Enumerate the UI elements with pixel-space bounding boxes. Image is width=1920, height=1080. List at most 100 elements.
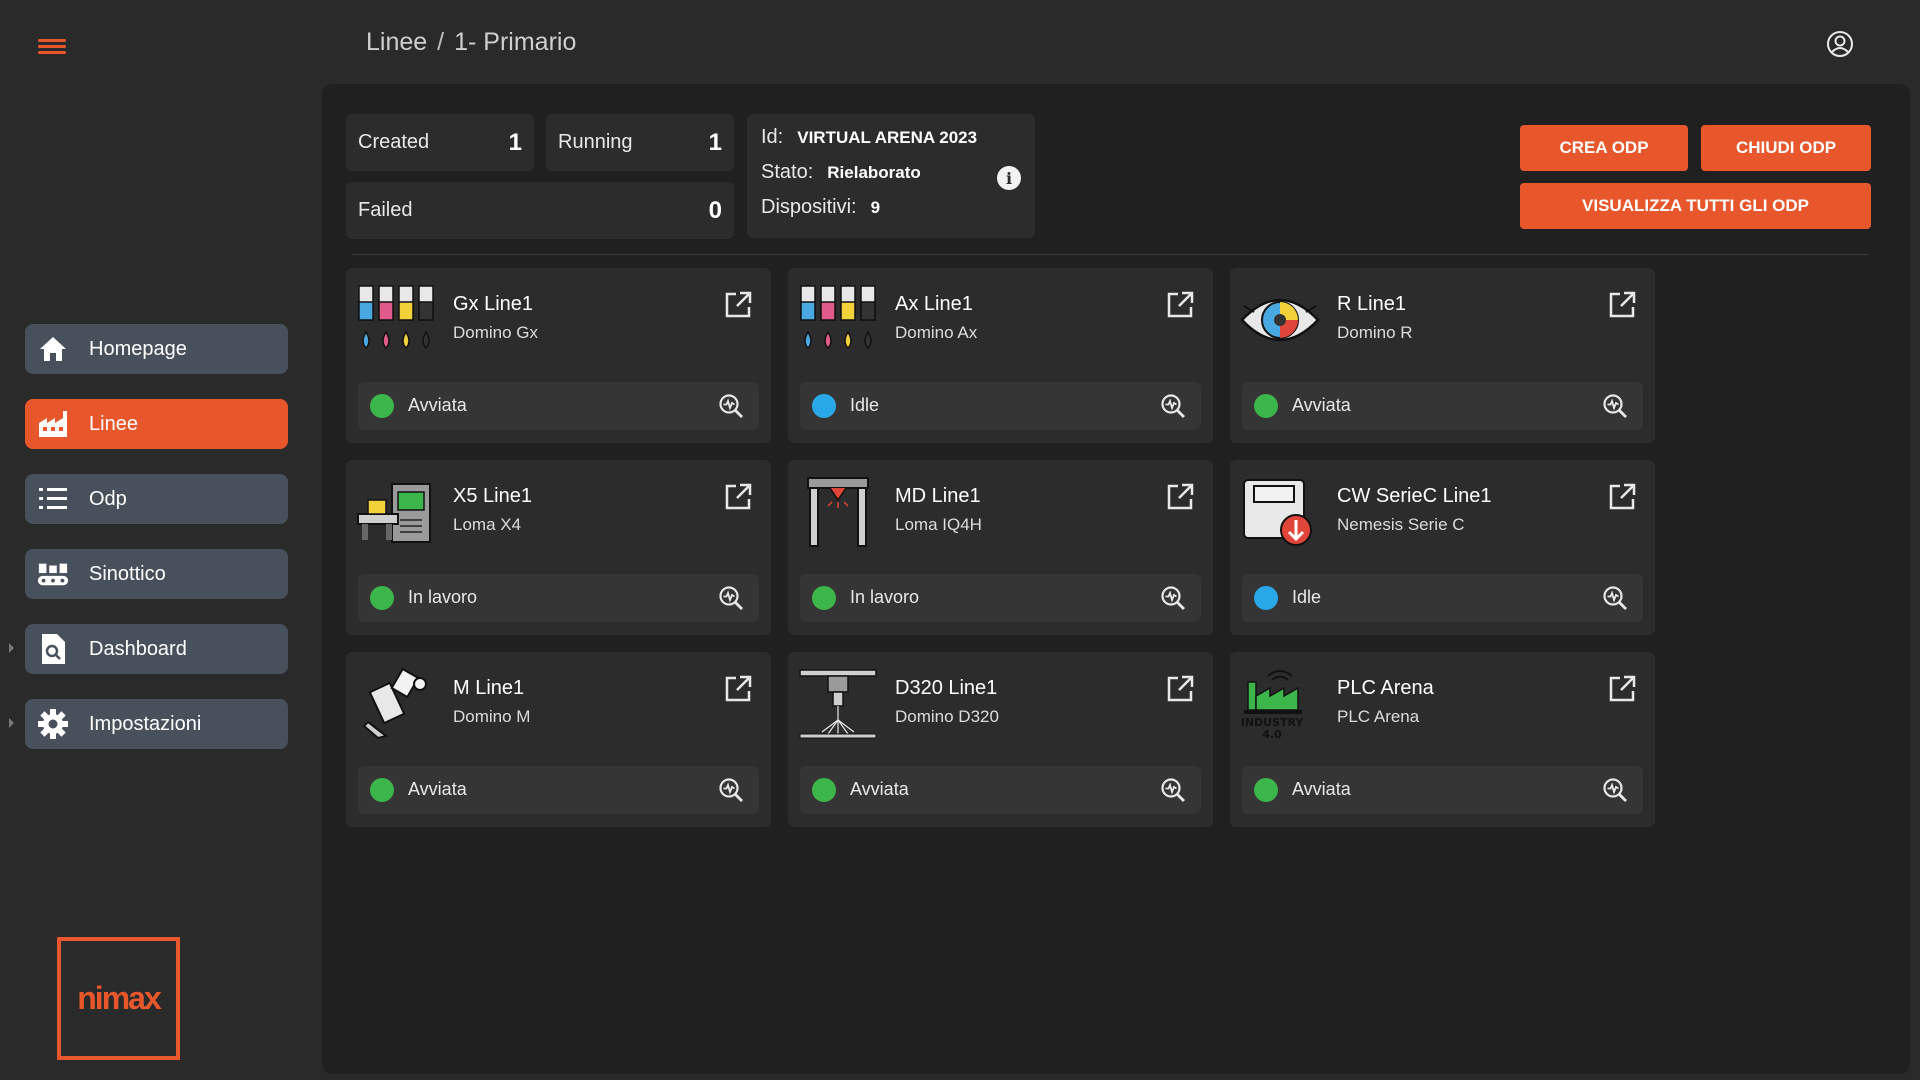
status-text: In lavoro — [408, 587, 478, 607]
user-account-icon[interactable] — [1826, 30, 1854, 58]
status-indicator — [812, 586, 836, 610]
breadcrumb-item-linee[interactable]: Linee — [366, 28, 427, 57]
stat-value: 1 — [508, 128, 522, 156]
sidebar-item-impostazioni[interactable]: Impostazioni — [9, 699, 288, 749]
open-external-icon[interactable] — [1607, 290, 1637, 320]
zoom-analytics-icon[interactable] — [1159, 392, 1187, 420]
ink-bottles-icon — [358, 285, 434, 350]
info-icon[interactable]: i — [997, 166, 1021, 190]
home-icon — [37, 333, 69, 365]
zoom-analytics-icon[interactable] — [1601, 392, 1629, 420]
device-name: CW SerieC Line1 — [1337, 485, 1492, 507]
status-indicator — [370, 778, 394, 802]
sidebar-item-dashboard[interactable]: Dashboard — [9, 624, 288, 674]
open-external-icon[interactable] — [1165, 290, 1195, 320]
sidebar-item-odp[interactable]: Odp — [25, 474, 288, 524]
status-text: Avviata — [850, 779, 909, 799]
open-external-icon[interactable] — [1607, 482, 1637, 512]
list-icon — [37, 483, 69, 515]
open-external-icon[interactable] — [723, 482, 753, 512]
gear-icon — [37, 708, 69, 740]
device-card: D320 Line1 Domino D320 Avviata — [788, 652, 1213, 827]
zoom-analytics-icon[interactable] — [717, 392, 745, 420]
status-text: In lavoro — [850, 587, 920, 607]
device-card: Gx Line1 Domino Gx Avviata — [346, 268, 771, 443]
info-id-label: Id: — [761, 126, 784, 148]
status-text: Avviata — [408, 395, 467, 415]
sidebar-item-label: Sinottico — [89, 562, 166, 585]
device-model: Domino Gx — [453, 323, 539, 342]
device-card: MD Line1 Loma IQ4H In lavoro — [788, 460, 1213, 635]
visualizza-tutti-odp-button[interactable]: VISUALIZZA TUTTI GLI ODP — [1520, 183, 1871, 229]
open-external-icon[interactable] — [723, 674, 753, 704]
device-card: Ax Line1 Domino Ax Idle — [788, 268, 1213, 443]
chiudi-odp-button[interactable]: CHIUDI ODP — [1701, 125, 1871, 171]
stat-label: Failed — [358, 199, 413, 221]
device-card: INDUSTRY 4.0 PLC Arena PLC Arena Avviata — [1230, 652, 1655, 827]
stat-value: 1 — [708, 128, 722, 156]
sidebar-item-sinottico[interactable]: Sinottico — [25, 549, 288, 599]
status-indicator — [370, 586, 394, 610]
sidebar-item-label: Linee — [89, 412, 138, 435]
status-bar: Avviata — [1242, 382, 1643, 430]
status-bar: Idle — [800, 382, 1201, 430]
device-model: Domino D320 — [895, 707, 999, 726]
menu-icon[interactable] — [38, 36, 66, 60]
expand-caret-icon[interactable] — [9, 718, 14, 728]
ink-bottles-icon — [800, 285, 876, 350]
device-card: X5 Line1 Loma X4 In lavoro — [346, 460, 771, 635]
zoom-analytics-icon[interactable] — [1159, 776, 1187, 804]
zoom-analytics-icon[interactable] — [1601, 584, 1629, 612]
crea-odp-button[interactable]: CREA ODP — [1520, 125, 1688, 171]
status-bar: Avviata — [800, 766, 1201, 814]
info-dispositivi-value: 9 — [870, 198, 881, 217]
device-model: Domino R — [1337, 323, 1413, 342]
open-external-icon[interactable] — [1607, 674, 1637, 704]
expand-caret-icon[interactable] — [9, 643, 14, 653]
industry-icon-subtext: 4.0 — [1262, 728, 1282, 740]
industry-icon: INDUSTRY 4.0 — [1241, 670, 1304, 740]
status-bar: In lavoro — [358, 574, 759, 622]
metal-detector-icon — [807, 477, 869, 547]
status-text: Avviata — [1292, 395, 1351, 415]
status-bar: Avviata — [358, 382, 759, 430]
sidebar-item-label: Odp — [89, 487, 127, 510]
status-text: Avviata — [408, 779, 467, 799]
zoom-analytics-icon[interactable] — [717, 584, 745, 612]
zoom-analytics-icon[interactable] — [717, 776, 745, 804]
laser-scanner-icon — [799, 669, 877, 739]
device-card: CW SerieC Line1 Nemesis Serie C Idle — [1230, 460, 1655, 635]
sidebar-item-homepage[interactable]: Homepage — [25, 324, 288, 374]
device-model: PLC Arena — [1337, 707, 1420, 726]
device-card: M Line1 Domino M Avviata — [346, 652, 771, 827]
info-stato-value: Rielaborato — [827, 163, 921, 182]
sidebar-item-label: Dashboard — [89, 637, 187, 660]
main-panel: Created 1 Running 1 Failed 0 Id: VIRTUAL… — [322, 84, 1910, 1074]
checkweigher-icon — [1243, 479, 1312, 546]
status-indicator — [1254, 586, 1278, 610]
status-indicator — [1254, 778, 1278, 802]
stat-failed: Failed 0 — [346, 182, 734, 239]
open-external-icon[interactable] — [1165, 482, 1195, 512]
info-stato-row: Stato: Rielaborato — [761, 161, 1021, 196]
device-model: Loma IQ4H — [895, 515, 982, 534]
nimax-logo: nimax — [57, 937, 180, 1060]
logo-text: nimax — [77, 980, 161, 1016]
status-indicator — [370, 394, 394, 418]
sidebar-item-linee[interactable]: Linee — [25, 399, 288, 449]
info-stato-label: Stato: — [761, 161, 814, 183]
document-search-icon — [37, 633, 69, 665]
odp-info-box: Id: VIRTUAL ARENA 2023 Stato: Rielaborat… — [747, 114, 1035, 238]
xray-machine-icon — [357, 483, 431, 543]
stat-label: Created — [358, 131, 430, 153]
stat-created: Created 1 — [346, 114, 534, 171]
open-external-icon[interactable] — [723, 290, 753, 320]
sidebar-item-label: Impostazioni — [89, 712, 202, 735]
zoom-analytics-icon[interactable] — [1159, 584, 1187, 612]
status-bar: Idle — [1242, 574, 1643, 622]
info-dispositivi-row: Dispositivi: 9 — [761, 196, 1021, 231]
status-bar: Avviata — [1242, 766, 1643, 814]
conveyor-icon — [37, 558, 69, 590]
zoom-analytics-icon[interactable] — [1601, 776, 1629, 804]
open-external-icon[interactable] — [1165, 674, 1195, 704]
